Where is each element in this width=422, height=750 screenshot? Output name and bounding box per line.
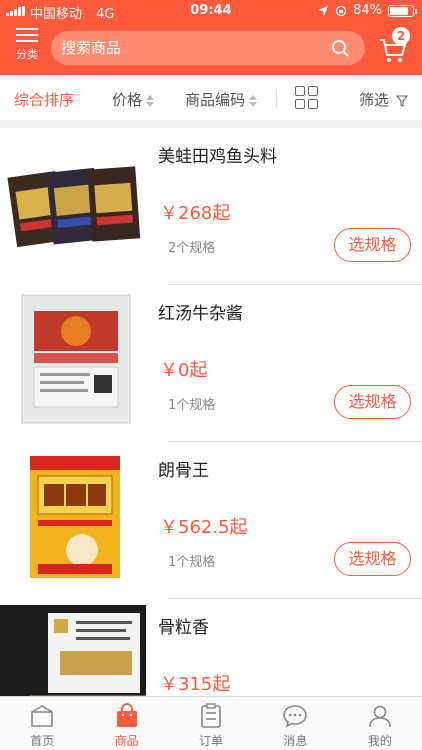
filter-label: 筛选: [359, 91, 390, 109]
sort-price-label: 价格: [112, 91, 143, 109]
product-item[interactable]: 红汤牛杂酱 ￥0起 1个规格 选规格: [0, 285, 422, 442]
product-price: ￥0起: [160, 360, 208, 381]
divider: [276, 89, 277, 107]
tab-messages[interactable]: 消息: [253, 697, 337, 750]
product-image: [4, 128, 148, 272]
section-gap: [0, 121, 422, 128]
grid-view-icon[interactable]: [295, 86, 319, 110]
product-item[interactable]: 朗骨王 ￥562.5起 1个规格 选规格: [0, 442, 422, 599]
select-spec-button[interactable]: 选规格: [334, 542, 411, 576]
category-label: 分类: [16, 48, 38, 61]
product-price: ￥315起: [160, 674, 231, 695]
product-price: ￥562.5起: [160, 517, 248, 538]
filter-button[interactable]: 筛选: [359, 89, 408, 110]
tab-label: 商品: [114, 734, 139, 748]
product-image: [4, 442, 148, 586]
bottom-tab-bar: 首页 商品 订单 消息 我的: [0, 696, 422, 750]
tab-home[interactable]: 首页: [0, 697, 84, 750]
menu-icon: [16, 28, 38, 42]
bag-icon: [116, 703, 137, 727]
battery-icon: [388, 4, 417, 17]
sort-arrows-icon: [249, 94, 258, 107]
product-list: 美蛙田鸡鱼头料 ￥268起 2个规格 选规格 红汤牛杂酱 ￥0起 1个规格 选规…: [0, 128, 422, 696]
sort-arrows-icon: [146, 94, 155, 107]
search-icon[interactable]: [331, 39, 349, 57]
battery-percent: 84%: [353, 3, 382, 18]
sort-code[interactable]: 商品编码: [185, 89, 258, 110]
message-icon: [283, 705, 308, 728]
user-icon: [369, 705, 391, 728]
product-price: ￥268起: [160, 203, 231, 224]
product-spec-count: 1个规格: [168, 398, 216, 413]
sort-code-label: 商品编码: [185, 91, 246, 109]
tab-orders[interactable]: 订单: [169, 697, 253, 750]
tab-label: 我的: [367, 734, 392, 748]
product-name[interactable]: 美蛙田鸡鱼头料: [158, 142, 277, 167]
product-name[interactable]: 红汤牛杂酱: [158, 299, 243, 324]
tab-profile[interactable]: 我的: [338, 697, 422, 750]
lock-rotation-icon: [335, 5, 347, 16]
product-item[interactable]: 骨粒香 ￥315起: [0, 599, 422, 696]
funnel-icon: [395, 94, 408, 107]
status-bar: 中国移动 4G 09:44 84%: [0, 0, 422, 22]
sort-comprehensive[interactable]: 综合排序: [14, 89, 74, 110]
product-image: [0, 605, 146, 696]
product-spec-count: 2个规格: [168, 241, 216, 256]
product-name[interactable]: 骨粒香: [158, 613, 209, 638]
tab-label: 首页: [30, 734, 55, 748]
sort-price[interactable]: 价格: [112, 89, 155, 110]
order-icon: [201, 703, 221, 728]
product-name[interactable]: 朗骨王: [158, 456, 209, 481]
search-bar[interactable]: [51, 31, 365, 65]
search-input[interactable]: [51, 31, 311, 65]
location-icon: [318, 5, 329, 16]
category-button[interactable]: 分类: [12, 28, 42, 64]
filter-bar: 综合排序 价格 商品编码 筛选: [0, 75, 422, 121]
select-spec-button[interactable]: 选规格: [334, 228, 411, 262]
select-spec-button[interactable]: 选规格: [334, 385, 411, 419]
tab-label: 订单: [199, 734, 224, 748]
tab-products[interactable]: 商品: [84, 697, 168, 750]
header: 中国移动 4G 09:44 84% 分类 2: [0, 0, 422, 75]
product-image: [4, 285, 148, 429]
cart-button[interactable]: 2: [378, 27, 418, 66]
product-item[interactable]: 美蛙田鸡鱼头料 ￥268起 2个规格 选规格: [0, 128, 422, 285]
home-icon: [31, 705, 54, 727]
cart-badge: 2: [392, 27, 410, 45]
product-spec-count: 1个规格: [168, 555, 216, 570]
tab-label: 消息: [283, 734, 308, 748]
